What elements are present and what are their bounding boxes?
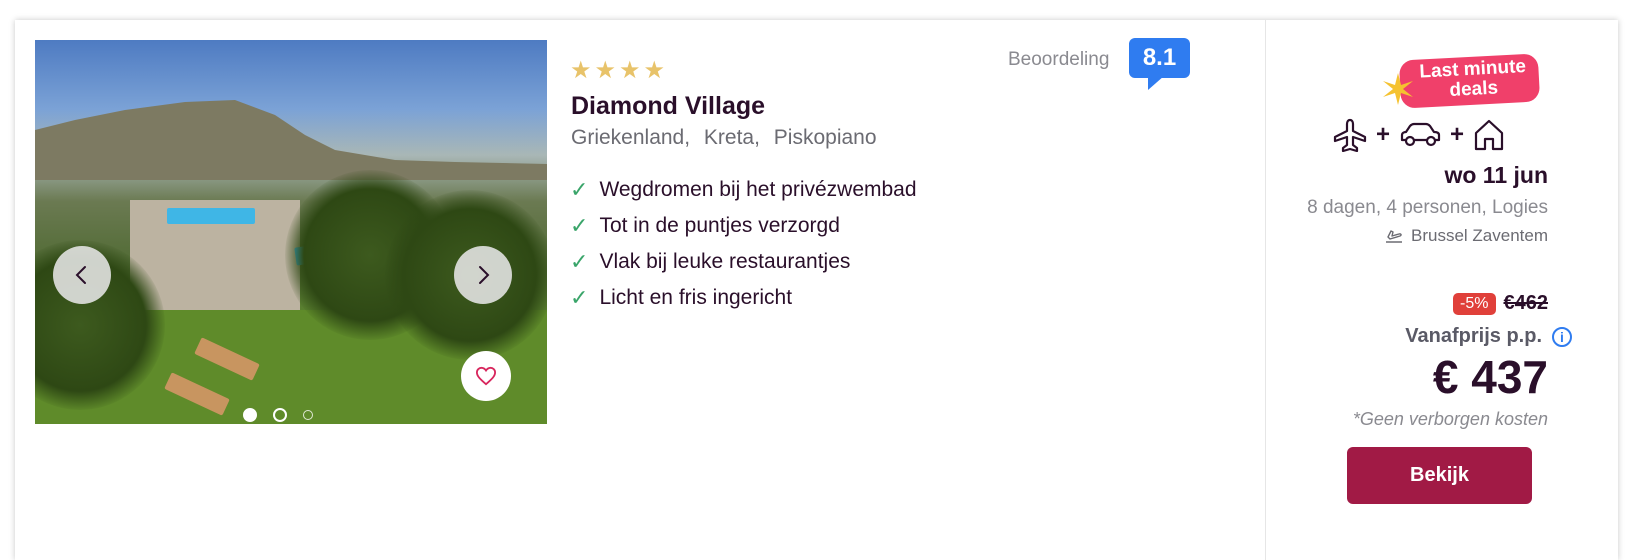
- location-country: Griekenland,: [571, 126, 691, 149]
- pagination-dot[interactable]: [273, 408, 287, 422]
- trip-components: + +: [1332, 118, 1506, 152]
- next-photo-button[interactable]: [454, 246, 512, 304]
- heart-icon: [475, 366, 497, 386]
- photo-pagination: [243, 408, 313, 422]
- star-rating: ★ ★ ★ ★: [570, 58, 665, 82]
- car-icon: [1400, 122, 1441, 147]
- star-icon: ★: [594, 56, 617, 84]
- checkmark-icon: ✓: [570, 285, 589, 311]
- feature-item: ✓ Tot in de puntjes verzorgd: [570, 208, 917, 244]
- feature-item: ✓ Wegdromen bij het privézwembad: [570, 172, 917, 208]
- sparkle-icon: [1383, 73, 1413, 105]
- from-price-row: Vanafprijs p.p. i: [1405, 325, 1572, 348]
- info-icon[interactable]: i: [1552, 326, 1572, 347]
- chevron-right-icon: [479, 266, 490, 284]
- house-icon: [1474, 119, 1504, 151]
- departure-airport: Brussel Zaventem: [1385, 226, 1548, 246]
- star-icon: ★: [570, 56, 592, 84]
- star-icon: ★: [619, 56, 641, 84]
- hotel-name[interactable]: Diamond Village: [571, 92, 765, 121]
- chevron-left-icon: [75, 266, 86, 284]
- departure-date: wo 11 jun: [1444, 162, 1548, 188]
- rating-score-badge[interactable]: 8.1: [1129, 38, 1190, 78]
- trip-details: 8 dagen, 4 personen, Logies: [1307, 197, 1548, 218]
- feature-text: Wegdromen bij het privézwembad: [599, 178, 917, 201]
- location-city: Piskopiano: [773, 126, 877, 149]
- deal-label: Last minute deals: [1398, 53, 1540, 109]
- feature-item: ✓ Vlak bij leuke restaurantjes: [570, 244, 917, 280]
- pagination-dot-active[interactable]: [243, 408, 257, 422]
- star-icon: ★: [643, 56, 666, 84]
- feature-text: Licht en fris ingericht: [599, 286, 793, 309]
- rating-badge-tail: [1148, 76, 1164, 90]
- hotel-location: Griekenland, Kreta, Piskopiano: [571, 126, 885, 150]
- old-price: €462: [1503, 292, 1549, 314]
- view-button[interactable]: Bekijk: [1347, 447, 1532, 504]
- location-region: Kreta,: [703, 126, 760, 149]
- discount-row: -5% €462: [1453, 292, 1548, 315]
- discount-badge: -5%: [1453, 292, 1496, 315]
- current-price: € 437: [1432, 351, 1548, 403]
- no-hidden-costs-note: *Geen verborgen kosten: [1352, 409, 1548, 429]
- column-divider: [1265, 20, 1266, 560]
- feature-text: Tot in de puntjes verzorgd: [599, 214, 840, 237]
- last-minute-deal-badge: Last minute deals: [1380, 53, 1540, 113]
- airport-name: Brussel Zaventem: [1411, 226, 1548, 245]
- plane-icon: [1333, 118, 1367, 152]
- previous-photo-button[interactable]: [53, 246, 111, 304]
- departure-plane-icon: [1386, 230, 1402, 243]
- plus-sign: +: [1376, 121, 1391, 148]
- hotel-photo[interactable]: [35, 40, 547, 424]
- checkmark-icon: ✓: [570, 249, 589, 275]
- from-price-label: Vanafprijs p.p.: [1405, 325, 1542, 347]
- pool-upper: [167, 208, 255, 224]
- deal-label-line2: deals: [1448, 77, 1499, 102]
- favorite-button[interactable]: [461, 351, 511, 401]
- rating-label: Beoordeling: [1008, 49, 1110, 70]
- mountain-backdrop: [35, 100, 547, 180]
- pagination-dot[interactable]: [303, 410, 313, 420]
- feature-list: ✓ Wegdromen bij het privézwembad ✓ Tot in …: [570, 172, 917, 316]
- feature-text: Vlak bij leuke restaurantjes: [599, 250, 851, 273]
- checkmark-icon: ✓: [570, 177, 589, 203]
- plus-sign: +: [1450, 121, 1465, 148]
- checkmark-icon: ✓: [570, 213, 589, 239]
- feature-item: ✓ Licht en fris ingericht: [570, 280, 917, 316]
